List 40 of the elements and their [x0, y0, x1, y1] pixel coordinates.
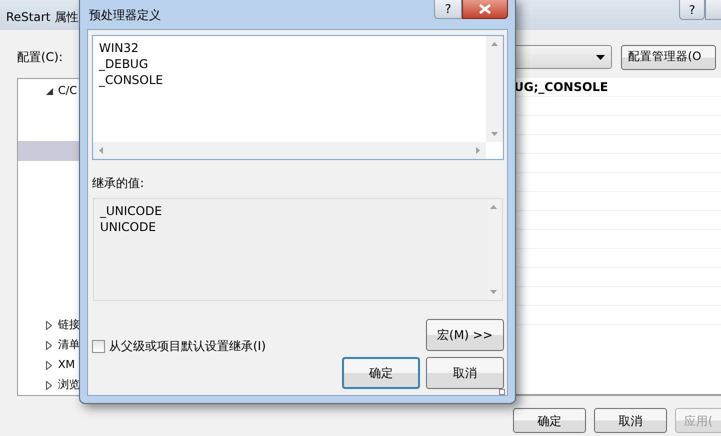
- scroll-down-icon[interactable]: [490, 290, 497, 294]
- dialog-button[interactable]: 确定: [342, 357, 420, 389]
- collapsed-arrow-icon[interactable]: [46, 380, 52, 390]
- inherited-label: 继承的值:: [92, 175, 146, 192]
- close-icon: [479, 4, 491, 14]
- collapsed-arrow-icon[interactable]: [46, 340, 52, 350]
- macro-button[interactable]: 宏(M) >>: [426, 319, 504, 351]
- window-title: ReStart 属性: [6, 9, 78, 26]
- help-button[interactable]: ?: [434, 0, 462, 19]
- inherit-checkbox[interactable]: [92, 340, 105, 352]
- dialog-button[interactable]: 取消: [594, 408, 667, 433]
- dialog-title: 预处理器定义: [88, 7, 161, 24]
- tree-item-label[interactable]: 链接: [58, 316, 80, 334]
- scroll-down-icon[interactable]: [491, 132, 498, 136]
- dialog-button[interactable]: 确定: [513, 408, 586, 433]
- inherited-value: UNICODE: [100, 219, 157, 235]
- expanded-arrow-icon[interactable]: [46, 88, 53, 94]
- close-button[interactable]: [462, 0, 508, 19]
- definitions-field[interactable]: WIN32 _DEBUG _CONSOLE: [92, 35, 504, 160]
- inherited-value: _UNICODE: [100, 203, 163, 219]
- scroll-right-icon[interactable]: [476, 147, 480, 154]
- tree-item-label[interactable]: C/C: [58, 82, 78, 100]
- definition-line[interactable]: _DEBUG: [99, 56, 480, 72]
- help-button[interactable]: ?: [679, 0, 705, 20]
- resize-grip-icon[interactable]: [499, 389, 505, 395]
- dropdown-caret-icon: [596, 54, 605, 60]
- scroll-up-icon[interactable]: [491, 42, 498, 46]
- config-manager-button[interactable]: 配置管理器(O: [620, 44, 716, 70]
- scroll-up-icon[interactable]: [490, 205, 497, 209]
- checkbox-label[interactable]: 从父级或项目默认设置继承(I): [109, 337, 266, 355]
- collapsed-arrow-icon[interactable]: [46, 360, 52, 370]
- dialog-button[interactable]: 取消: [426, 357, 504, 389]
- definition-line[interactable]: WIN32: [99, 40, 480, 56]
- collapsed-arrow-icon[interactable]: [46, 320, 52, 330]
- definition-line[interactable]: _CONSOLE: [99, 72, 480, 88]
- config-label: 配置(C):: [17, 49, 63, 66]
- tree-item-label[interactable]: XM: [58, 356, 76, 374]
- scroll-left-icon[interactable]: [99, 147, 103, 154]
- tree-item-label[interactable]: 清单: [58, 336, 80, 354]
- tree-item-label[interactable]: 浏览: [58, 376, 80, 394]
